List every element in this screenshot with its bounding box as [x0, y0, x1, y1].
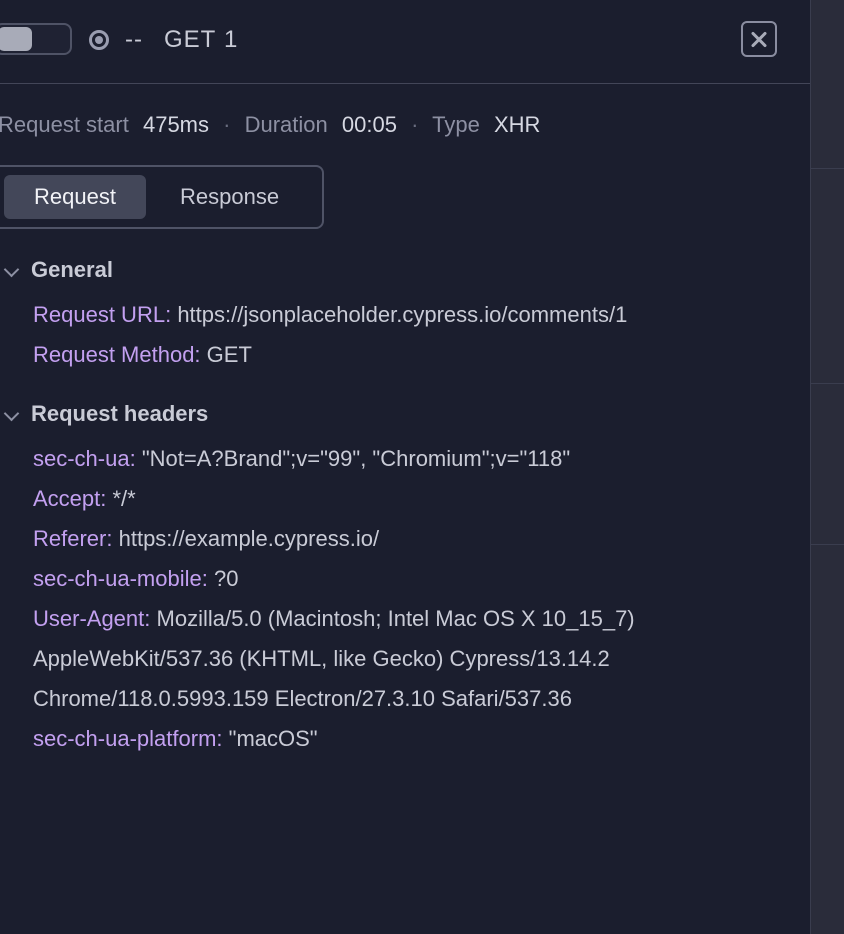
field-value: GET [206, 342, 252, 367]
request-meta: Request start 475ms · Duration 00:05 · T… [0, 112, 540, 138]
field-key: sec-ch-ua-platform: [33, 726, 223, 751]
field-key: Accept: [33, 486, 107, 511]
user-agent-continuation: Chrome/118.0.5993.159 Electron/27.3.10 S… [33, 686, 572, 711]
divider [811, 168, 844, 169]
request-response-tabs: Request Response [0, 165, 324, 229]
chevron-down-icon [3, 261, 20, 277]
field-value: Mozilla/5.0 (Macintosh; Intel Mac OS X 1… [156, 606, 635, 631]
duration-value: 00:05 [341, 112, 397, 137]
request-headers-section-title: Request headers [31, 401, 209, 426]
field-key: sec-ch-ua: [33, 446, 136, 471]
request-detail-panel: -- GET 1 Request start 475ms · Duration … [0, 0, 810, 934]
type-label: Type [432, 112, 480, 137]
status-dot-icon [89, 30, 109, 50]
field-value: "macOS" [228, 726, 318, 751]
tab-request[interactable]: Request [4, 175, 146, 219]
duration-label: Duration [244, 112, 328, 137]
header-field-sec-ch-ua: sec-ch-ua: "Not=A?Brand";v="99", "Chromi… [33, 446, 570, 472]
type-value: XHR [493, 112, 541, 137]
field-key: User-Agent: [33, 606, 151, 631]
field-key: Request Method: [33, 342, 201, 367]
right-side-pane [810, 0, 844, 934]
general-field-request-method: Request Method: GET [33, 342, 252, 368]
divider [811, 383, 844, 384]
meta-separator: · [223, 112, 231, 137]
field-key: sec-ch-ua-mobile: [33, 566, 208, 591]
panel-header: -- GET 1 [0, 0, 810, 84]
header-field-accept: Accept: */* [33, 486, 136, 512]
request-start-value: 475ms [142, 112, 210, 137]
field-value: https://jsonplaceholder.cypress.io/comme… [177, 302, 628, 327]
request-index: 1 [224, 26, 239, 53]
status-text: -- [125, 26, 143, 53]
user-agent-continuation: AppleWebKit/537.36 (KHTML, like Gecko) C… [33, 646, 610, 671]
field-key: Referer: [33, 526, 113, 551]
header-field-sec-ch-ua-mobile: sec-ch-ua-mobile: ?0 [33, 566, 238, 592]
field-key: Request URL: [33, 302, 172, 327]
request-start-label: Request start [0, 112, 129, 137]
meta-separator: · [411, 112, 419, 137]
header-field-user-agent: User-Agent: Mozilla/5.0 (Macintosh; Inte… [33, 606, 635, 632]
field-value: */* [112, 486, 136, 511]
request-method: GET [164, 26, 217, 53]
header-field-referer: Referer: https://example.cypress.io/ [33, 526, 379, 552]
field-value: https://example.cypress.io/ [118, 526, 380, 551]
tab-response[interactable]: Response [160, 175, 299, 219]
request-headers-section-toggle[interactable]: Request headers [0, 401, 208, 427]
field-value: "Not=A?Brand";v="99", "Chromium";v="118" [141, 446, 571, 471]
toggle-knob[interactable] [0, 27, 32, 51]
general-section-title: General [31, 257, 113, 282]
general-section-toggle[interactable]: General [0, 257, 113, 283]
general-field-request-url: Request URL: https://jsonplaceholder.cyp… [33, 302, 627, 328]
pin-toggle[interactable] [0, 23, 72, 55]
field-value: ?0 [213, 566, 239, 591]
header-field-sec-ch-ua-platform: sec-ch-ua-platform: "macOS" [33, 726, 318, 752]
close-icon[interactable] [741, 21, 777, 57]
divider [811, 544, 844, 545]
chevron-down-icon [3, 405, 20, 421]
